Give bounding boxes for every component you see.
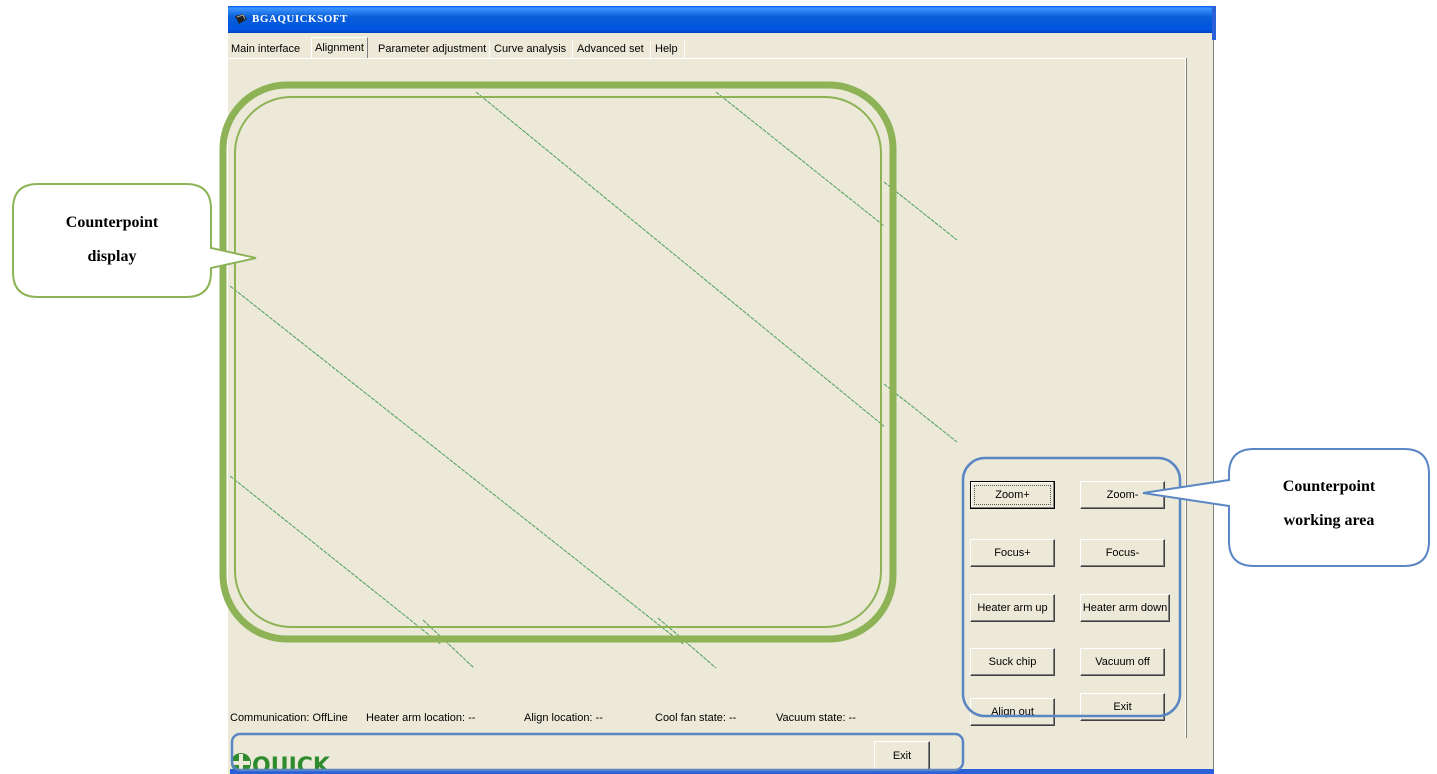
window-control-strip [1212, 6, 1216, 40]
status-cool-fan-state: Cool fan state: -- [655, 712, 737, 724]
exit-button[interactable]: Exit [1080, 693, 1165, 721]
zoom-out-button[interactable]: Zoom- [1080, 481, 1165, 509]
heater-arm-up-button[interactable]: Heater arm up [970, 594, 1055, 622]
app-window: BGAQUICKSOFT Main interface Alignment Pa… [228, 6, 1214, 774]
status-vacuum-state: Vacuum state: -- [776, 712, 856, 724]
display-callout-line2: display [87, 248, 137, 265]
focus-in-button[interactable]: Focus+ [970, 539, 1055, 567]
status-heater-arm-location: Heater arm location: -- [366, 712, 476, 724]
display-callout-label: Counterpoint display [13, 206, 211, 274]
status-communication: Communication: OffLine [230, 712, 348, 724]
zoom-in-button[interactable]: Zoom+ [970, 481, 1055, 509]
working-area-callout-line1: Counterpoint [1282, 478, 1376, 495]
suck-chip-button[interactable]: Suck chip [970, 648, 1055, 676]
display-callout-line1: Counterpoint [65, 214, 159, 231]
align-out-button[interactable]: Align out [970, 698, 1055, 726]
vacuum-off-button[interactable]: Vacuum off [1080, 648, 1165, 676]
display-extension [422, 181, 958, 669]
working-area-callout-line2: working area [1283, 512, 1375, 529]
focus-out-button[interactable]: Focus- [1080, 539, 1165, 567]
working-area-callout-label: Counterpoint working area [1229, 470, 1429, 538]
taskbar-strip [230, 769, 1214, 774]
heater-arm-down-button[interactable]: Heater arm down [1080, 594, 1170, 622]
exit-bottom-button[interactable]: Exit [874, 741, 930, 771]
status-align-location: Align location: -- [524, 712, 603, 724]
